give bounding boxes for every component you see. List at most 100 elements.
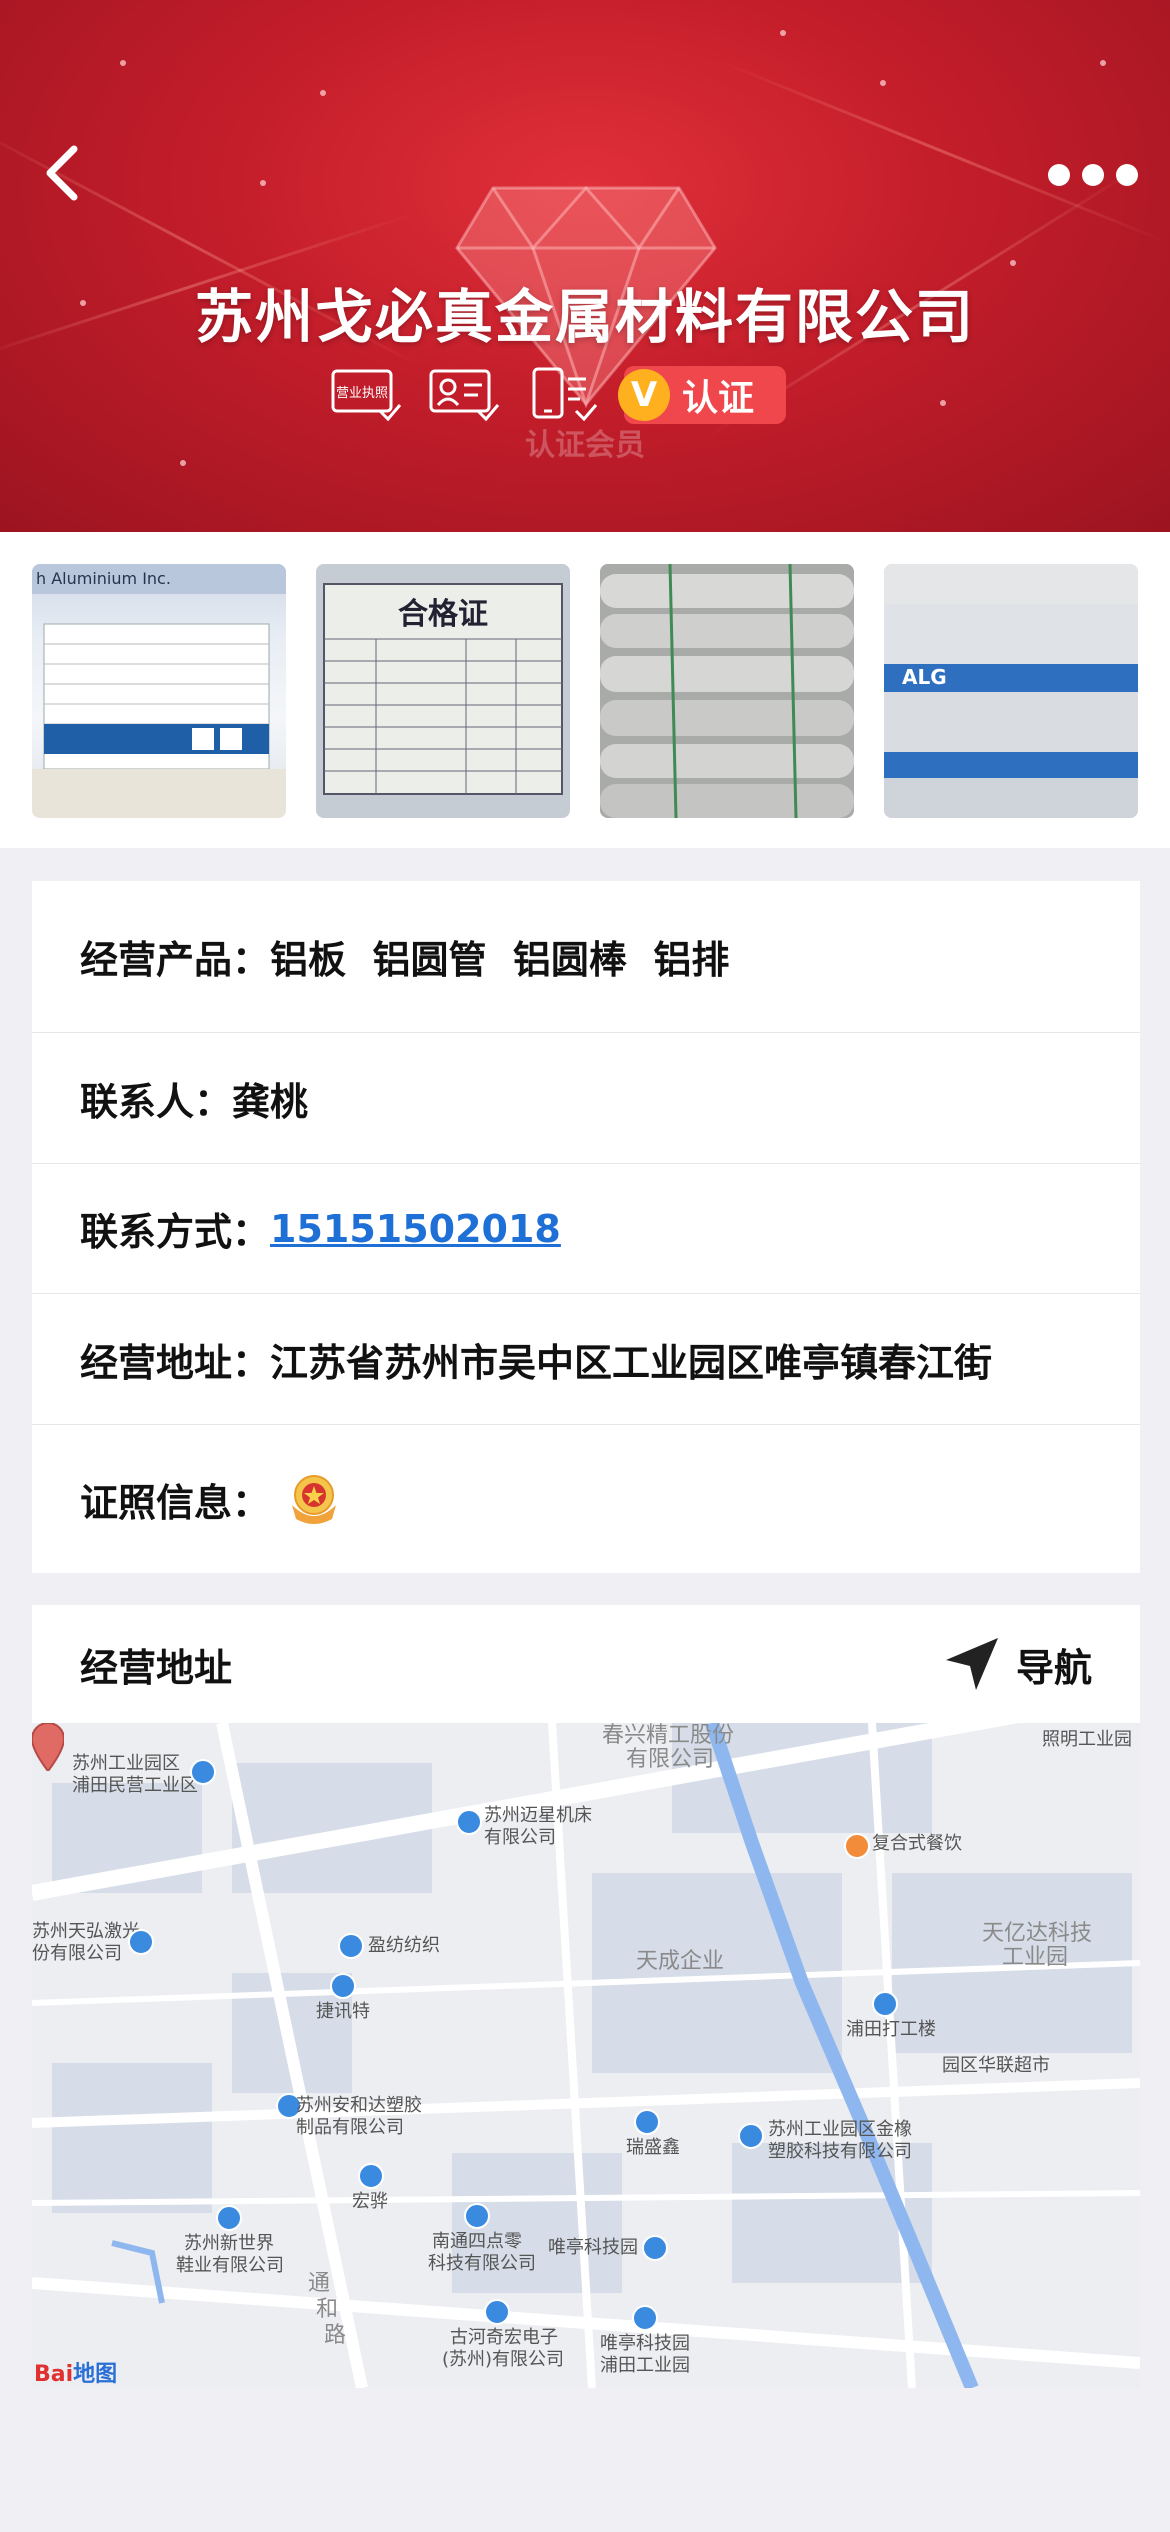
more-dot-icon xyxy=(1116,164,1138,186)
location-pin-icon xyxy=(32,1723,64,1771)
sparkle xyxy=(260,180,266,186)
navigate-button[interactable]: 导航 xyxy=(942,1634,1092,1694)
sparkle xyxy=(1010,260,1016,266)
id-card-icon[interactable] xyxy=(428,367,500,423)
alg-packaging-photo: ALG xyxy=(884,564,1138,818)
svg-text:营业执照: 营业执照 xyxy=(336,386,388,401)
phone-verified-icon[interactable] xyxy=(526,367,598,423)
phone-label: 联系方式： xyxy=(80,1210,271,1254)
certification-badges: 营业执照 V 认证 xyxy=(330,365,786,425)
map-label: 苏州工业园区 xyxy=(72,1753,180,1774)
map-label: 唯亭科技园 xyxy=(548,2237,638,2258)
contact-value: 龚桃 xyxy=(232,1079,309,1124)
map-label: 苏州天弘激光 xyxy=(32,1921,140,1942)
map-label: 浦田民营工业区 xyxy=(72,1775,198,1796)
aluminum-tubes-photo xyxy=(600,564,854,818)
map-poi-icon xyxy=(738,2123,764,2149)
products-row: 经营产品： 铝板 铝圆管 铝圆棒 铝排 xyxy=(32,881,1140,1033)
svg-text:合格证: 合格证 xyxy=(398,597,488,632)
location-map[interactable]: 苏州工业园区 浦田民营工业区 春兴精工股份 有限公司 苏州迈星机床 有限公司 复… xyxy=(32,1723,1140,2388)
svg-text:ALG: ALG xyxy=(902,665,947,689)
map-label: (苏州)有限公司 xyxy=(442,2349,565,2370)
sparkle xyxy=(940,400,946,406)
map-label: 苏州工业园区金橡 xyxy=(768,2119,912,2140)
map-label: 苏州迈星机床 xyxy=(484,1805,592,1826)
map-poi-icon xyxy=(642,2235,668,2261)
map-label: 苏州新世界 xyxy=(184,2233,274,2254)
company-name: 苏州戈必真金属材料有限公司 xyxy=(194,283,975,351)
map-poi-icon xyxy=(330,1973,356,1999)
product-gallery: h Aluminium Inc. 合格证 ALG xyxy=(0,532,1170,848)
contact-row: 联系人： 龚桃 xyxy=(32,1033,1140,1164)
map-label: 浦田工业园 xyxy=(600,2355,690,2376)
address-section-header: 经营地址 导航 xyxy=(32,1605,1140,1723)
company-header: 苏州戈必真金属材料有限公司 营业执照 V 认证 认证会员 xyxy=(0,0,1170,532)
sparkle xyxy=(120,60,126,66)
map-label: 天亿达科技 xyxy=(982,1921,1093,1946)
contact-label: 联系人： xyxy=(80,1079,233,1124)
business-license-icon[interactable]: 营业执照 xyxy=(330,367,402,423)
map-poi-icon xyxy=(128,1929,154,1955)
map-label: 照明工业园 xyxy=(1042,1729,1132,1750)
map-label: 复合式餐饮 xyxy=(872,1833,962,1854)
map-label: 古河奇宏电子 xyxy=(450,2327,558,2348)
gallery-image[interactable]: ALG xyxy=(884,564,1138,818)
map-label: 捷讯特 xyxy=(316,2001,370,2022)
gallery-image[interactable]: h Aluminium Inc. xyxy=(32,564,286,818)
sparkle xyxy=(880,80,886,86)
license-emblem-icon[interactable] xyxy=(284,1469,344,1529)
map-poi-icon xyxy=(216,2205,242,2231)
address-section-title: 经营地址 xyxy=(80,1645,233,1690)
navigate-label: 导航 xyxy=(1015,1645,1092,1690)
gallery-image[interactable] xyxy=(600,564,854,818)
map-label: 苏州安和达塑胶 xyxy=(296,2095,422,2116)
map-poi-icon xyxy=(872,1991,898,2017)
address-row: 经营地址： 江苏省苏州市吴中区工业园区唯亭镇春江街 xyxy=(32,1294,1140,1425)
phone-row: 联系方式： 15151502018 xyxy=(32,1164,1140,1294)
map-label: 科技有限公司 xyxy=(428,2253,536,2274)
map-poi-icon xyxy=(464,2203,490,2229)
more-dot-icon xyxy=(1082,164,1104,186)
map-poi-icon xyxy=(358,2163,384,2189)
sparkle xyxy=(1100,60,1106,66)
products-value: 铝板 铝圆管 铝圆棒 铝排 xyxy=(270,938,730,982)
map-label: 路 xyxy=(324,2323,347,2348)
verified-label: 认证 xyxy=(682,378,755,419)
map-label: 园区华联超市 xyxy=(942,2055,1050,2076)
map-poi-icon xyxy=(190,1759,216,1785)
sparkle xyxy=(780,30,786,36)
map-label: 有限公司 xyxy=(484,1827,556,1848)
license-label: 证照信息： xyxy=(80,1480,271,1525)
verified-v-icon: V xyxy=(618,369,670,421)
more-dot-icon xyxy=(1048,164,1070,186)
products-label: 经营产品： xyxy=(80,938,271,982)
map-label: 春兴精工股份 xyxy=(602,1723,735,1748)
verified-badge[interactable]: V 认证 xyxy=(618,366,786,424)
map-poi-icon xyxy=(632,2305,658,2331)
map-poi-icon xyxy=(456,1809,482,1835)
certificate-photo: 合格证 xyxy=(316,564,570,818)
map-label: 份有限公司 xyxy=(32,1943,122,1964)
license-row: 证照信息： xyxy=(32,1425,1140,1573)
map-label: 工业园 xyxy=(1002,1945,1069,1970)
baidu-map-logo: Bai地图 xyxy=(34,2362,118,2387)
more-options-button[interactable] xyxy=(1048,150,1138,200)
map-label: 和 xyxy=(316,2297,339,2322)
svg-text:h Aluminium Inc.: h Aluminium Inc. xyxy=(36,569,171,588)
member-watermark: 认证会员 xyxy=(525,428,645,463)
address-value: 江苏省苏州市吴中区工业园区唯亭镇春江街 xyxy=(270,1340,993,1385)
map-label: 天成企业 xyxy=(636,1949,725,1974)
map-label: 塑胶科技有限公司 xyxy=(768,2141,912,2162)
map-label: 通 xyxy=(308,2271,331,2296)
map-label: 有限公司 xyxy=(626,1747,715,1772)
map-label: 唯亭科技园 xyxy=(600,2333,690,2354)
chevron-left-icon xyxy=(46,145,78,201)
gallery-image[interactable]: 合格证 xyxy=(316,564,570,818)
product-label-photo: h Aluminium Inc. xyxy=(32,564,286,818)
back-button[interactable] xyxy=(32,138,92,208)
map-label: 浦田打工楼 xyxy=(846,2019,936,2040)
navigation-arrow-icon xyxy=(945,1638,998,1690)
map-label: 盈纺纺织 xyxy=(368,1935,440,1956)
sparkle xyxy=(320,90,326,96)
phone-link[interactable]: 15151502018 xyxy=(270,1207,561,1251)
